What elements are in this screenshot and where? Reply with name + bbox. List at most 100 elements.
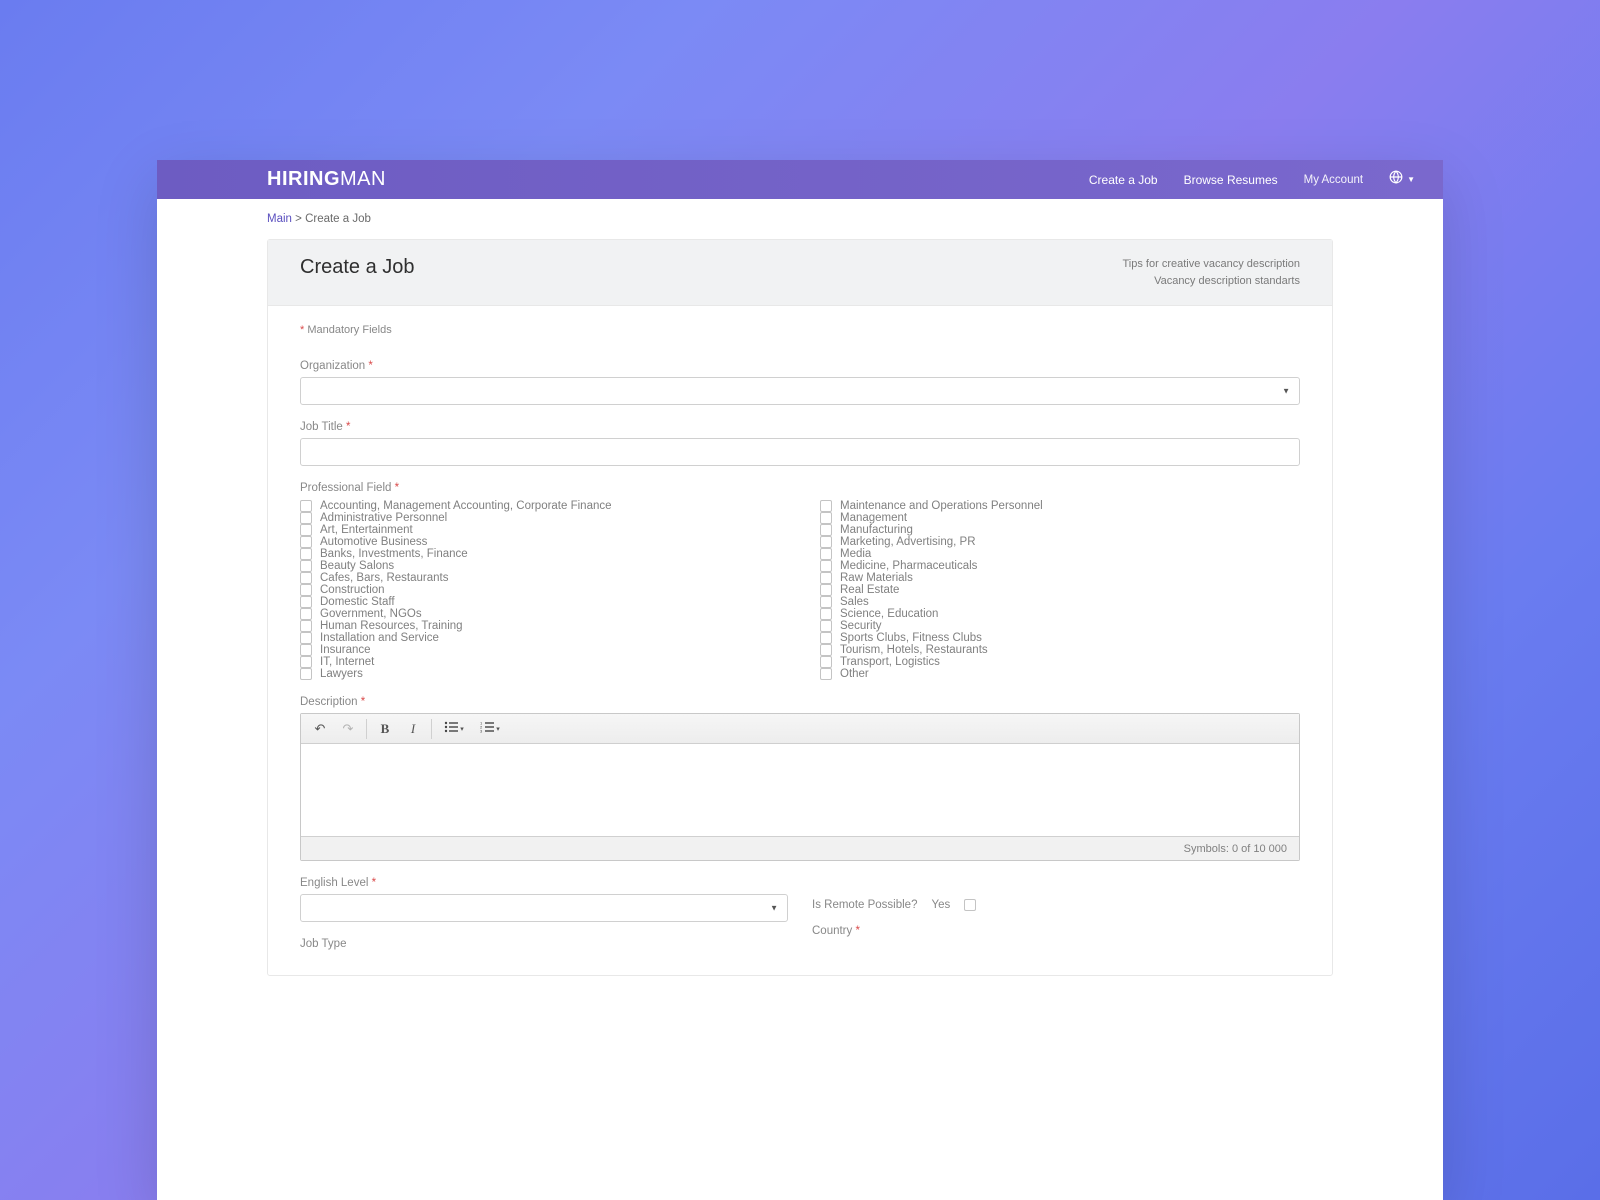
- professional-field-option[interactable]: Manufacturing: [820, 524, 1300, 536]
- field-checkbox[interactable]: [300, 644, 312, 656]
- field-checkbox[interactable]: [300, 500, 312, 512]
- field-checkbox[interactable]: [300, 596, 312, 608]
- professional-field-option[interactable]: Domestic Staff: [300, 596, 780, 608]
- label-professional-field: Professional Field *: [300, 482, 1300, 494]
- chevron-down-icon: ▾: [496, 725, 500, 733]
- remote-checkbox[interactable]: [964, 899, 976, 911]
- field-label: Human Resources, Training: [320, 620, 463, 632]
- field-checkbox[interactable]: [820, 500, 832, 512]
- professional-field-option[interactable]: Other: [820, 668, 1300, 680]
- language-selector[interactable]: ▼: [1389, 170, 1415, 189]
- toolbar-separator: [431, 719, 432, 739]
- field-checkbox[interactable]: [820, 644, 832, 656]
- professional-field-option[interactable]: IT, Internet: [300, 656, 780, 668]
- bold-button[interactable]: B: [372, 718, 398, 740]
- field-label: Transport, Logistics: [840, 656, 940, 668]
- professional-field-option[interactable]: Government, NGOs: [300, 608, 780, 620]
- field-label: Real Estate: [840, 584, 899, 596]
- nav-browse-resumes[interactable]: Browse Resumes: [1184, 173, 1278, 187]
- professional-field-option[interactable]: Installation and Service: [300, 632, 780, 644]
- field-checkbox[interactable]: [300, 632, 312, 644]
- field-checkbox[interactable]: [300, 668, 312, 680]
- description-textarea[interactable]: [301, 744, 1299, 836]
- field-checkbox[interactable]: [820, 548, 832, 560]
- professional-field-option[interactable]: Accounting, Management Accounting, Corpo…: [300, 500, 780, 512]
- field-label: Lawyers: [320, 668, 363, 680]
- number-list-button[interactable]: 123 ▾: [473, 718, 507, 740]
- professional-field-option[interactable]: Insurance: [300, 644, 780, 656]
- field-checkbox[interactable]: [820, 656, 832, 668]
- professional-field-option[interactable]: Real Estate: [820, 584, 1300, 596]
- field-checkbox[interactable]: [300, 524, 312, 536]
- nav: Create a Job Browse Resumes My Account ▼: [1089, 170, 1415, 189]
- field-label: Installation and Service: [320, 632, 439, 644]
- nav-my-account[interactable]: My Account: [1304, 174, 1363, 186]
- field-label: Cafes, Bars, Restaurants: [320, 572, 448, 584]
- professional-field-option[interactable]: Medicine, Pharmaceuticals: [820, 560, 1300, 572]
- mandatory-text: Mandatory Fields: [304, 324, 391, 336]
- breadcrumb-main[interactable]: Main: [267, 213, 292, 225]
- field-label: Media: [840, 548, 871, 560]
- bullet-list-button[interactable]: ▾: [437, 718, 471, 740]
- tip-creative-link[interactable]: Tips for creative vacancy description: [1123, 256, 1301, 273]
- professional-field-option[interactable]: Art, Entertainment: [300, 524, 780, 536]
- field-checkbox[interactable]: [300, 512, 312, 524]
- professional-field-option[interactable]: Science, Education: [820, 608, 1300, 620]
- professional-field-option[interactable]: Automotive Business: [300, 536, 780, 548]
- redo-button[interactable]: ↷: [335, 718, 361, 740]
- field-checkbox[interactable]: [820, 596, 832, 608]
- professional-field-option[interactable]: Banks, Investments, Finance: [300, 548, 780, 560]
- field-label: IT, Internet: [320, 656, 374, 668]
- professional-field-option[interactable]: Sales: [820, 596, 1300, 608]
- breadcrumb-separator: >: [295, 213, 302, 225]
- professional-field-option[interactable]: Human Resources, Training: [300, 620, 780, 632]
- field-checkbox[interactable]: [300, 536, 312, 548]
- professional-field-option[interactable]: Maintenance and Operations Personnel: [820, 500, 1300, 512]
- professional-field-option[interactable]: Administrative Personnel: [300, 512, 780, 524]
- field-checkbox[interactable]: [820, 584, 832, 596]
- field-checkbox[interactable]: [820, 620, 832, 632]
- field-label: Banks, Investments, Finance: [320, 548, 468, 560]
- professional-field-option[interactable]: Media: [820, 548, 1300, 560]
- field-checkbox[interactable]: [300, 620, 312, 632]
- undo-button[interactable]: ↶: [307, 718, 333, 740]
- chevron-down-icon: ▾: [460, 725, 464, 733]
- professional-field-option[interactable]: Cafes, Bars, Restaurants: [300, 572, 780, 584]
- job-title-input[interactable]: [300, 438, 1300, 466]
- organization-select[interactable]: [300, 377, 1300, 405]
- field-checkbox[interactable]: [300, 548, 312, 560]
- field-checkbox[interactable]: [300, 584, 312, 596]
- field-checkbox[interactable]: [820, 572, 832, 584]
- professional-field-option[interactable]: Management: [820, 512, 1300, 524]
- label-description: Description *: [300, 696, 1300, 708]
- nav-create-job[interactable]: Create a Job: [1089, 173, 1158, 187]
- field-checkbox[interactable]: [300, 608, 312, 620]
- professional-field-option[interactable]: Construction: [300, 584, 780, 596]
- professional-field-option[interactable]: Raw Materials: [820, 572, 1300, 584]
- field-checkbox[interactable]: [820, 668, 832, 680]
- professional-field-option[interactable]: Lawyers: [300, 668, 780, 680]
- english-level-select[interactable]: [300, 894, 788, 922]
- field-checkbox[interactable]: [300, 560, 312, 572]
- field-checkbox[interactable]: [820, 608, 832, 620]
- card-body: * Mandatory Fields Organization * ▼ Job …: [268, 306, 1332, 975]
- professional-field-option[interactable]: Beauty Salons: [300, 560, 780, 572]
- field-checkbox[interactable]: [300, 656, 312, 668]
- editor-toolbar: ↶ ↷ B I ▾: [301, 714, 1299, 744]
- field-checkbox[interactable]: [820, 536, 832, 548]
- redo-icon: ↷: [343, 721, 354, 737]
- tip-standards-link[interactable]: Vacancy description standarts: [1123, 273, 1301, 290]
- professional-field-option[interactable]: Security: [820, 620, 1300, 632]
- professional-field-option[interactable]: Tourism, Hotels, Restaurants: [820, 644, 1300, 656]
- field-checkbox[interactable]: [820, 524, 832, 536]
- bottom-fields: English Level * ▼ Job Type Is Remot: [300, 877, 1300, 955]
- field-checkbox[interactable]: [820, 512, 832, 524]
- field-label: Insurance: [320, 644, 371, 656]
- professional-field-option[interactable]: Transport, Logistics: [820, 656, 1300, 668]
- field-checkbox[interactable]: [300, 572, 312, 584]
- professional-field-option[interactable]: Marketing, Advertising, PR: [820, 536, 1300, 548]
- field-checkbox[interactable]: [820, 632, 832, 644]
- field-checkbox[interactable]: [820, 560, 832, 572]
- professional-field-option[interactable]: Sports Clubs, Fitness Clubs: [820, 632, 1300, 644]
- italic-button[interactable]: I: [400, 718, 426, 740]
